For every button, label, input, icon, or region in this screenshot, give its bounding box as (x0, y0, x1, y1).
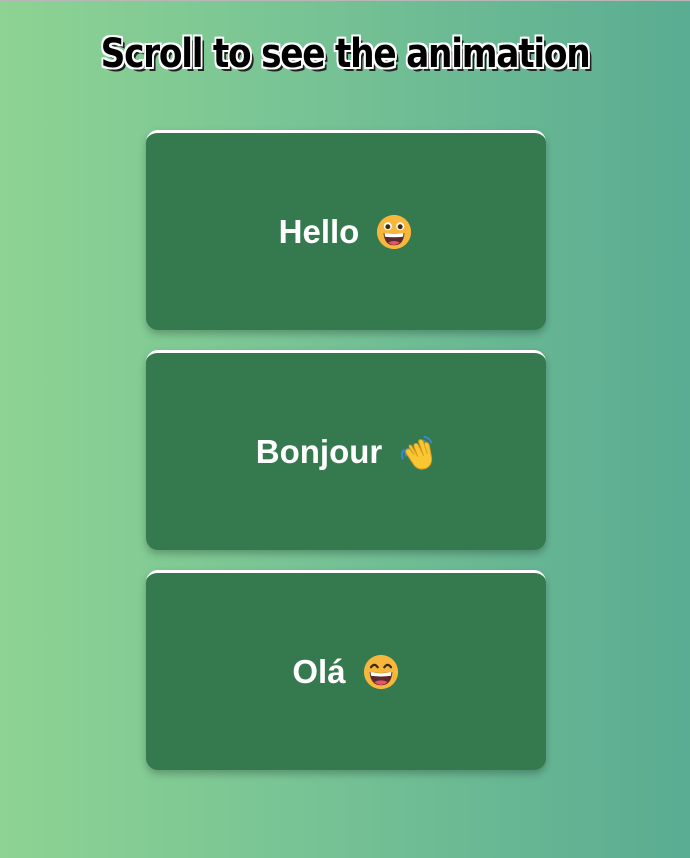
card-bonjour: Bonjour (146, 350, 546, 550)
card-label: Olá (292, 652, 346, 690)
grinning-face-icon (377, 214, 412, 249)
card-list: Hello Bonjour Olá (146, 130, 546, 790)
card-content: Hello (279, 213, 414, 251)
waving-hand-icon (401, 435, 433, 470)
card-content: Olá (292, 653, 399, 691)
card-ola: Olá (146, 570, 546, 770)
top-divider (0, 0, 690, 1)
card-label: Hello (278, 212, 360, 250)
grinning-smiling-eyes-icon (363, 654, 398, 689)
card-content: Bonjour (256, 433, 436, 471)
page-title: Scroll to see the animation (100, 31, 591, 77)
card-hello: Hello (146, 130, 546, 330)
card-label: Bonjour (255, 432, 383, 470)
